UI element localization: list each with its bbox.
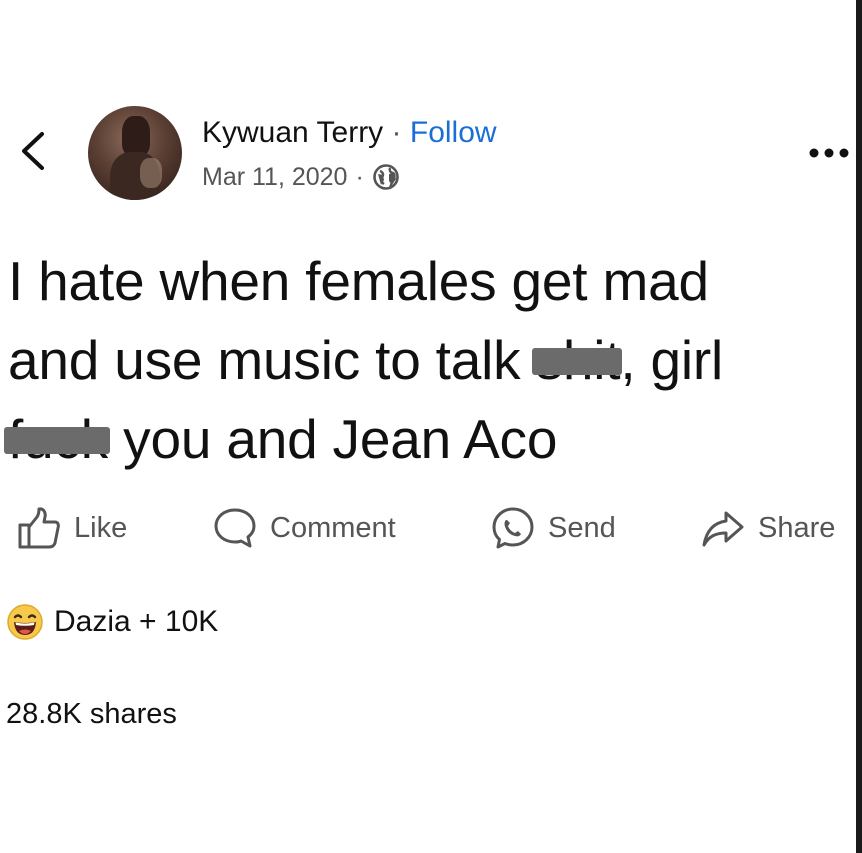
screen-edge — [856, 0, 862, 853]
more-dots-icon — [809, 148, 849, 158]
post-line-2: and use music to talk shit, girl — [8, 321, 848, 400]
shares-count[interactable]: 28.8K shares — [6, 696, 177, 732]
messenger-icon — [492, 507, 534, 549]
post-line-1: I hate when females get mad — [8, 242, 848, 321]
post-line-3: fuck you and Jean Aco — [3, 400, 848, 479]
avatar-phone-light — [140, 158, 162, 188]
author-separator: · — [391, 116, 402, 149]
share-button[interactable]: Share — [700, 500, 835, 556]
post-text-segment: and use music to talk — [8, 329, 536, 391]
reactions-summary[interactable]: Dazia + 10K — [6, 600, 218, 644]
send-button[interactable]: Send — [490, 500, 616, 556]
censored-word: shit — [531, 321, 623, 400]
more-options-button[interactable] — [806, 140, 852, 166]
chevron-left-icon — [22, 132, 44, 170]
like-button[interactable]: Like — [16, 500, 127, 556]
post-meta: Mar 11, 2020 · — [202, 160, 400, 194]
post-text-segment: I hate when females get mad — [8, 250, 709, 312]
action-bar: Like Comment Send Share — [0, 500, 856, 560]
author-name[interactable]: Kywuan Terry — [202, 116, 383, 149]
thumbs-up-icon — [18, 507, 60, 549]
comment-bubble-icon — [214, 508, 256, 548]
globe-icon — [372, 164, 399, 190]
reactions-text: Dazia + 10K — [54, 605, 219, 638]
post-text-segment: you and Jean Aco — [108, 408, 558, 470]
send-label: Send — [548, 511, 616, 544]
post-text-segment: , girl — [620, 329, 724, 391]
comment-label: Comment — [270, 511, 396, 544]
censored-word: fuck — [3, 400, 111, 479]
avatar[interactable] — [88, 106, 182, 200]
laughing-face-emoji-icon — [7, 604, 43, 640]
comment-button[interactable]: Comment — [212, 500, 396, 556]
follow-button[interactable]: Follow — [410, 116, 497, 149]
back-button[interactable] — [14, 128, 54, 174]
post-date[interactable]: Mar 11, 2020 — [202, 160, 347, 194]
share-label: Share — [758, 511, 836, 544]
post-body: I hate when females get mad and use musi… — [3, 242, 848, 479]
meta-separator: · — [355, 163, 364, 191]
author-line: Kywuan Terry · Follow — [202, 114, 497, 152]
share-arrow-icon — [702, 511, 744, 547]
avatar-figure-head — [122, 116, 150, 156]
like-label: Like — [74, 511, 128, 544]
